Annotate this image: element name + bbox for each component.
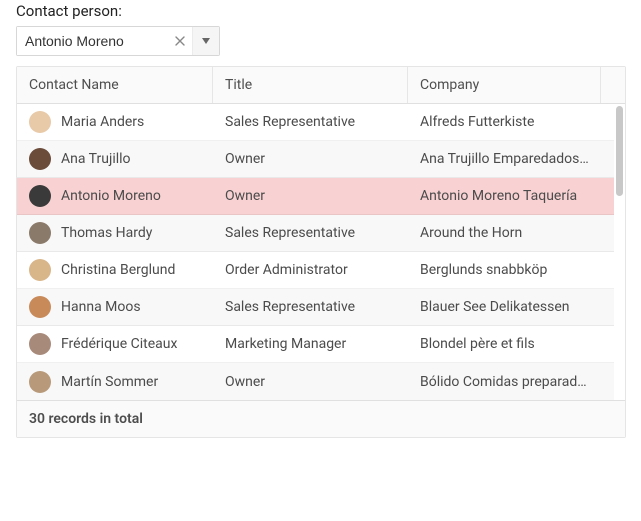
table-row[interactable]: Christina Berglund Order AdministratorBer… xyxy=(17,252,614,289)
avatar xyxy=(29,333,51,355)
table-row[interactable]: Hanna Moos Sales RepresentativeBlauer See… xyxy=(17,289,614,326)
column-header-company[interactable]: Company xyxy=(408,67,601,103)
name-text: Frédérique Citeaux xyxy=(61,336,177,352)
table-row[interactable]: Martín Sommer OwnerBólido Comidas prepara… xyxy=(17,363,614,400)
contacts-grid: Contact Name Title Company Maria Anders S… xyxy=(16,66,626,438)
avatar xyxy=(29,222,51,244)
name-text: Martín Sommer xyxy=(61,374,158,390)
table-row[interactable]: Maria Anders Sales RepresentativeAlfreds … xyxy=(17,104,614,141)
avatar xyxy=(29,259,51,281)
avatar xyxy=(29,185,51,207)
cell-title: Sales Representative xyxy=(213,215,408,251)
cell-title: Order Administrator xyxy=(213,252,408,288)
vertical-scrollbar[interactable] xyxy=(616,106,623,196)
dropdown-toggle[interactable] xyxy=(193,27,219,55)
contact-input[interactable] xyxy=(17,27,167,55)
cell-title: Owner xyxy=(213,363,408,400)
cell-name: Martín Sommer xyxy=(17,363,213,400)
name-text: Antonio Moreno xyxy=(61,188,161,204)
cell-company: Blondel père et fils xyxy=(408,326,614,362)
cell-title: Marketing Manager xyxy=(213,326,408,362)
cell-company: Berglunds snabbköp xyxy=(408,252,614,288)
name-text: Ana Trujillo xyxy=(61,151,131,167)
contact-combobox[interactable] xyxy=(16,26,220,56)
name-text: Hanna Moos xyxy=(61,299,141,315)
column-header-name[interactable]: Contact Name xyxy=(17,67,213,103)
table-row[interactable]: Ana Trujillo OwnerAna Trujillo Emparedado… xyxy=(17,141,614,178)
cell-company: Blauer See Delikatessen xyxy=(408,289,614,325)
cell-company: Ana Trujillo Emparedados… xyxy=(408,141,614,177)
field-label: Contact person: xyxy=(16,0,625,22)
avatar xyxy=(29,371,51,393)
grid-header: Contact Name Title Company xyxy=(17,67,625,104)
cell-company: Antonio Moreno Taquería xyxy=(408,178,614,214)
cell-title: Sales Representative xyxy=(213,104,408,140)
column-header-title[interactable]: Title xyxy=(213,67,408,103)
table-row[interactable]: Frédérique Citeaux Marketing ManagerBlond… xyxy=(17,326,614,363)
name-text: Thomas Hardy xyxy=(61,225,152,241)
cell-name: Thomas Hardy xyxy=(17,215,213,251)
grid-body: Maria AndersSales RepresentativeAlfreds … xyxy=(17,104,625,400)
cell-name: Ana Trujillo xyxy=(17,141,213,177)
clear-icon[interactable] xyxy=(167,27,193,55)
table-row[interactable]: Antonio Moreno OwnerAntonio Moreno Taquer… xyxy=(17,178,614,215)
cell-name: Antonio Moreno xyxy=(17,178,213,214)
cell-company: Bólido Comidas preparad… xyxy=(408,363,614,400)
grid-footer: 30 records in total xyxy=(17,400,625,437)
avatar xyxy=(29,111,51,133)
cell-title: Owner xyxy=(213,178,408,214)
cell-name: Frédérique Citeaux xyxy=(17,326,213,362)
cell-name: Hanna Moos xyxy=(17,289,213,325)
cell-title: Owner xyxy=(213,141,408,177)
cell-company: Around the Horn xyxy=(408,215,614,251)
scroll-spacer xyxy=(601,67,625,103)
table-row[interactable]: Thomas Hardy Sales RepresentativeAround t… xyxy=(17,215,614,252)
name-text: Maria Anders xyxy=(61,114,144,130)
name-text: Christina Berglund xyxy=(61,262,175,278)
cell-name: Maria Anders xyxy=(17,104,213,140)
avatar xyxy=(29,148,51,170)
avatar xyxy=(29,296,51,318)
cell-name: Christina Berglund xyxy=(17,252,213,288)
cell-company: Alfreds Futterkiste xyxy=(408,104,614,140)
cell-title: Sales Representative xyxy=(213,289,408,325)
